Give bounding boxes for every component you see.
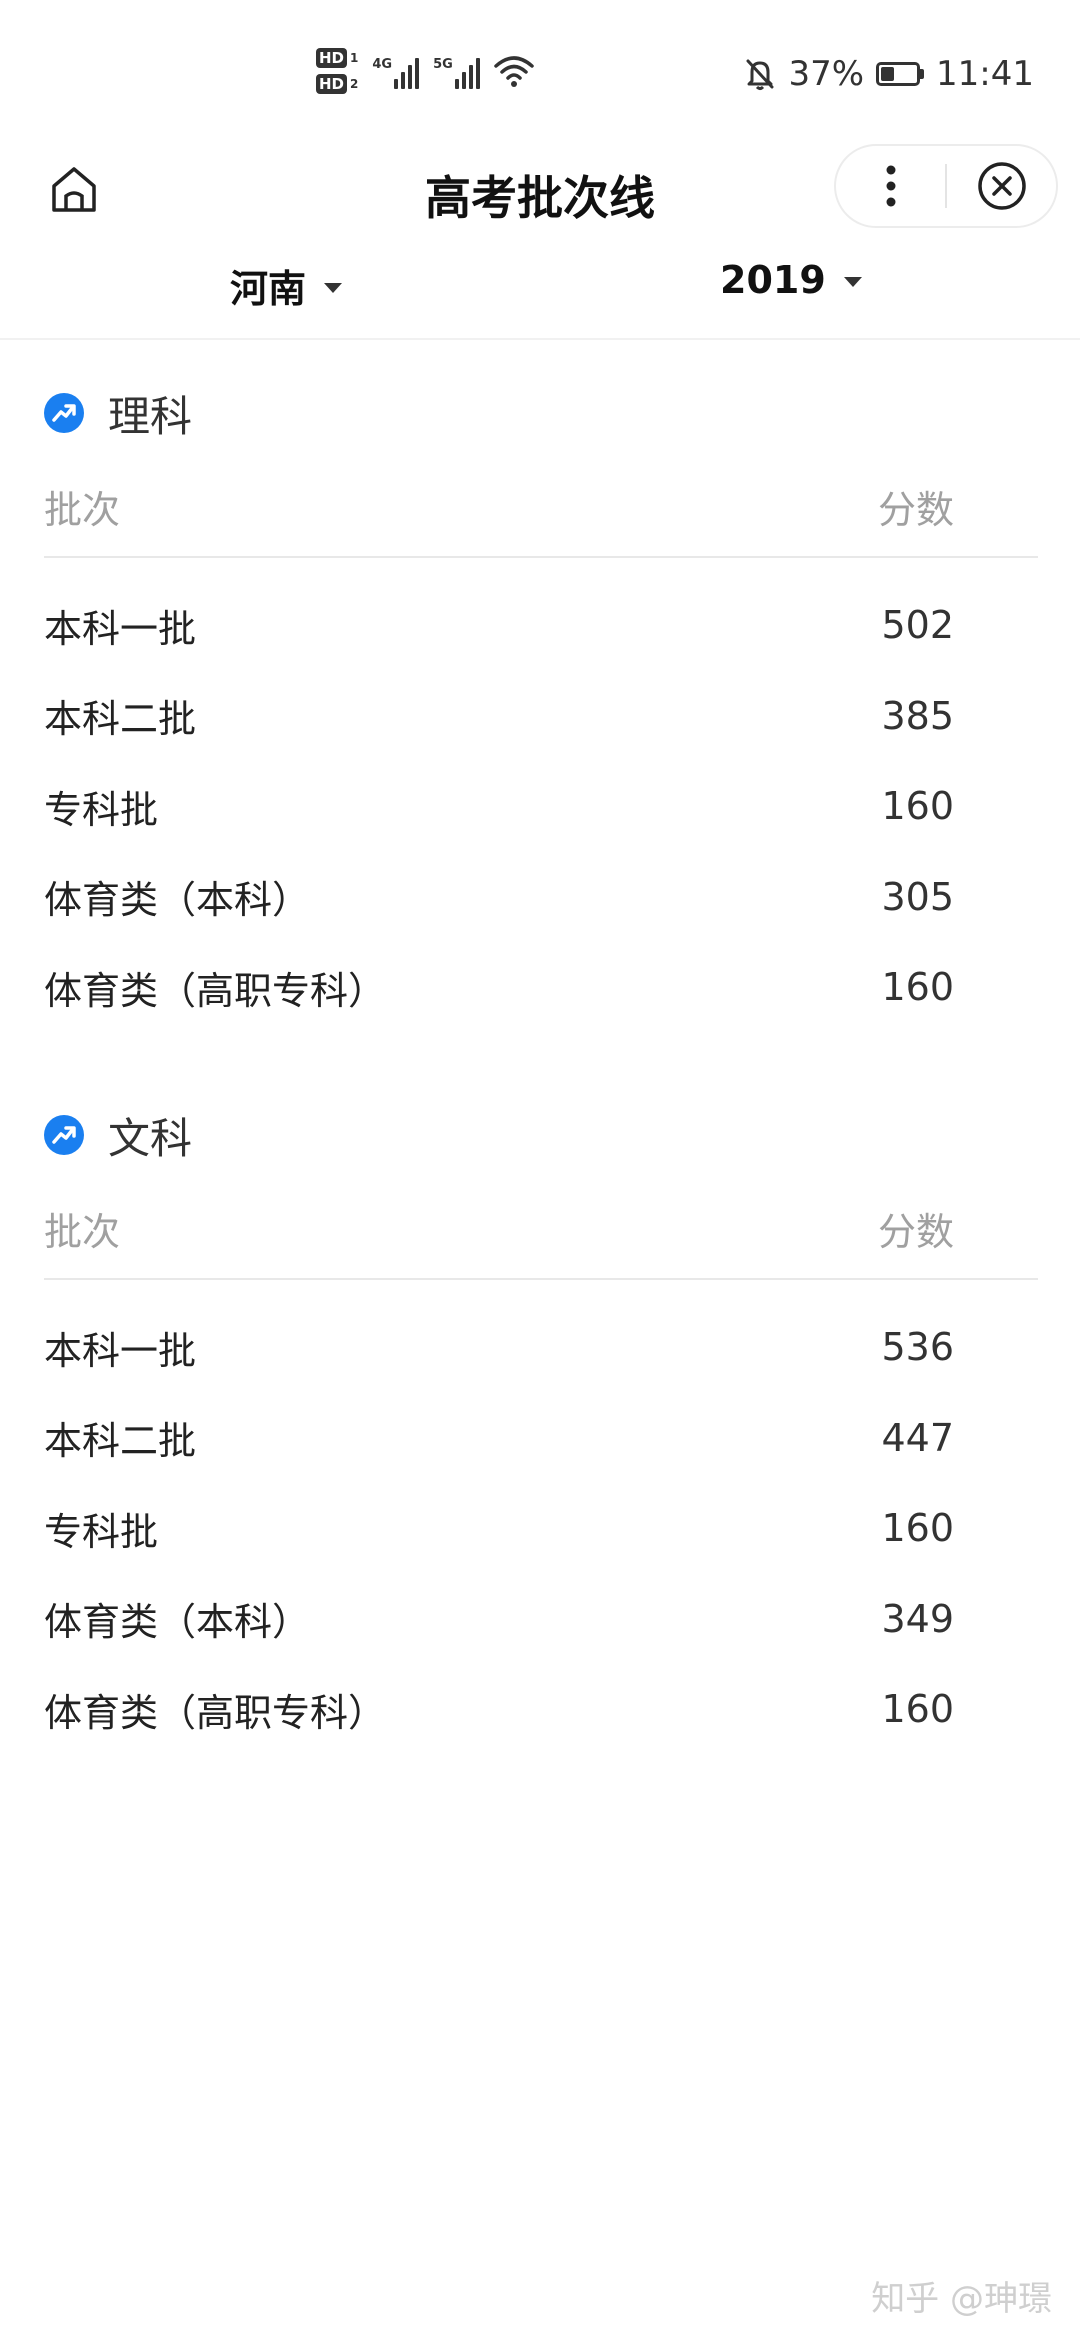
section-science: 理科 批次 分数 本科一批 502 本科二批 385 专科批 160 体育类（本… xyxy=(44,378,1038,1033)
batch-score: 349 xyxy=(881,1596,954,1641)
table-row: 体育类（本科） 349 xyxy=(44,1574,1038,1665)
close-circle-icon xyxy=(977,162,1026,210)
batch-name: 本科二批 xyxy=(44,1419,197,1464)
batch-name: 体育类（高职专科） xyxy=(44,1690,387,1735)
column-batch: 批次 xyxy=(44,1209,121,1254)
table-row: 专科批 160 xyxy=(44,761,1038,852)
network-type: 4G xyxy=(372,57,393,72)
batch-score: 160 xyxy=(881,965,954,1010)
batch-score: 160 xyxy=(881,1687,954,1732)
column-header: 批次 分数 xyxy=(44,470,1038,558)
batch-score: 536 xyxy=(881,1325,954,1370)
hd-label: HD xyxy=(316,48,348,68)
batch-name: 体育类（本科） xyxy=(44,878,311,923)
table-row: 体育类（高职专科） 160 xyxy=(44,942,1038,1033)
batch-name: 体育类（本科） xyxy=(44,1600,311,1645)
column-score: 分数 xyxy=(877,487,954,532)
table-row: 本科二批 385 xyxy=(44,671,1038,762)
year-dropdown[interactable]: 2019 xyxy=(720,258,862,302)
batch-name: 专科批 xyxy=(44,787,159,832)
network-2: 5G xyxy=(433,49,480,93)
caret-down-icon xyxy=(324,282,343,293)
section-header: 文科 xyxy=(44,1100,1038,1170)
clock: 11:41 xyxy=(936,54,1034,94)
batch-name: 专科批 xyxy=(44,1509,159,1554)
section-title: 理科 xyxy=(108,391,193,441)
batch-name: 本科一批 xyxy=(44,606,197,651)
status-left: HD 1 HD 2 4G 5G xyxy=(316,48,534,94)
filter-row: 河南 2019 xyxy=(0,252,1080,340)
section-title: 文科 xyxy=(108,1113,193,1163)
batch-name: 本科二批 xyxy=(44,697,197,742)
hd-badge-1: HD 1 xyxy=(316,48,358,68)
table-row: 本科二批 447 xyxy=(44,1393,1038,1484)
more-vertical-icon xyxy=(886,165,895,207)
batch-score: 160 xyxy=(881,784,954,829)
column-batch: 批次 xyxy=(44,487,121,532)
network-type: 5G xyxy=(433,57,453,72)
year-label: 2019 xyxy=(720,258,826,302)
title-bar: 高考批次线 xyxy=(0,140,1080,240)
hd-badge-2: HD 2 xyxy=(316,74,358,94)
province-label: 河南 xyxy=(230,267,307,311)
close-button[interactable] xyxy=(947,146,1056,226)
signal-bars-icon xyxy=(454,55,480,89)
network-1: 4G xyxy=(372,49,420,93)
status-bar: HD 1 HD 2 4G 5G 37% 11:41 xyxy=(0,0,1080,140)
province-dropdown[interactable]: 河南 xyxy=(230,258,343,313)
batch-name: 体育类（高职专科） xyxy=(44,968,387,1013)
watermark: 知乎 @珅璟 xyxy=(871,2279,1052,2319)
batch-score: 502 xyxy=(881,603,954,648)
section-liberal-arts: 文科 批次 分数 本科一批 536 本科二批 447 专科批 160 体育类（本… xyxy=(44,1100,1038,1755)
hd-slot: 1 xyxy=(350,51,359,65)
trend-up-icon xyxy=(44,393,84,433)
battery-icon xyxy=(876,62,925,86)
batch-score: 385 xyxy=(881,693,954,738)
more-button[interactable] xyxy=(836,146,945,226)
score-list: 本科一批 502 本科二批 385 专科批 160 体育类（本科） 305 体育… xyxy=(44,580,1038,1033)
score-list: 本科一批 536 本科二批 447 专科批 160 体育类（本科） 349 体育… xyxy=(44,1302,1038,1755)
battery-fill xyxy=(881,67,895,81)
table-row: 体育类（本科） 305 xyxy=(44,852,1038,943)
column-header: 批次 分数 xyxy=(44,1192,1038,1280)
miniprogram-capsule xyxy=(834,144,1058,228)
signal-bars-icon xyxy=(394,55,420,89)
section-header: 理科 xyxy=(44,378,1038,448)
hd-badges: HD 1 HD 2 xyxy=(316,48,358,94)
batch-name: 本科一批 xyxy=(44,1328,197,1373)
batch-score: 160 xyxy=(881,1506,954,1551)
table-row: 本科一批 536 xyxy=(44,1302,1038,1393)
hd-slot: 2 xyxy=(350,77,359,91)
trend-up-icon xyxy=(44,1115,84,1155)
column-score: 分数 xyxy=(877,1209,954,1254)
table-row: 体育类（高职专科） 160 xyxy=(44,1664,1038,1755)
caret-down-icon xyxy=(843,277,862,287)
bell-off-icon xyxy=(746,59,774,90)
table-row: 本科一批 502 xyxy=(44,580,1038,671)
batch-score: 305 xyxy=(881,874,954,919)
batch-score: 447 xyxy=(881,1415,954,1460)
table-row: 专科批 160 xyxy=(44,1483,1038,1574)
wifi-icon xyxy=(494,56,534,87)
status-right: 37% 11:41 xyxy=(744,54,1034,94)
hd-label: HD xyxy=(316,74,348,94)
battery-percent: 37% xyxy=(788,54,865,94)
